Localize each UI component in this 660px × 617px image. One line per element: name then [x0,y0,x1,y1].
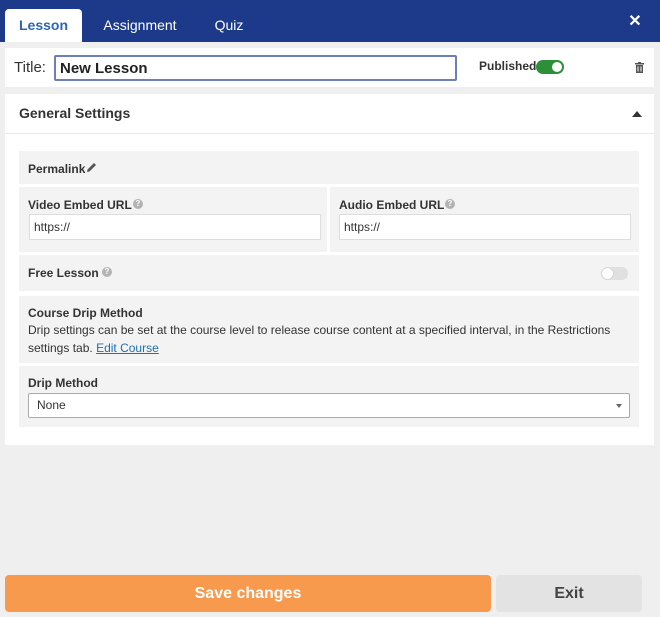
course-drip-description: Drip settings can be set at the course l… [28,321,636,357]
tab-quiz[interactable]: Quiz [205,9,253,42]
drip-desc-line1: Drip settings can be set at the course l… [28,323,611,337]
tab-assignment[interactable]: Assignment [90,9,190,42]
title-input[interactable] [54,55,457,81]
permalink-row: Permalink [19,151,639,184]
panel-title: General Settings [19,105,131,121]
close-icon[interactable]: ✕ [628,14,642,30]
pencil-icon[interactable] [86,162,97,173]
top-tab-bar: Lesson Assignment Quiz ✕ [0,0,660,42]
published-label: Published [479,59,537,73]
audio-embed-block: Audio Embed URL ? [330,187,639,252]
video-embed-block: Video Embed URL ? [19,187,327,252]
drip-method-value: None [37,398,66,412]
title-label: Title: [14,59,46,76]
course-drip-block: Course Drip Method Drip settings can be … [19,296,639,363]
audio-embed-label: Audio Embed URL [339,198,445,212]
title-row: Title: Published [5,48,654,87]
toggle-knob [552,62,562,72]
general-settings-panel: General Settings Permalink Video Embed U… [5,94,654,445]
caret-down-icon [616,404,622,408]
drip-method-block: Drip Method None [19,366,639,427]
chevron-up-icon[interactable] [632,111,642,117]
video-embed-label: Video Embed URL [28,198,132,212]
tab-lesson[interactable]: Lesson [5,9,82,42]
drip-desc-line2: settings tab. [28,341,93,355]
video-embed-input[interactable] [29,214,321,240]
free-lesson-toggle[interactable] [601,267,628,280]
help-icon[interactable]: ? [102,267,112,277]
course-drip-heading: Course Drip Method [28,306,143,320]
toggle-knob [602,268,613,279]
save-changes-button[interactable]: Save changes [5,575,491,612]
drip-method-label: Drip Method [28,376,98,390]
trash-icon[interactable] [635,62,644,73]
exit-button[interactable]: Exit [496,575,642,612]
help-icon[interactable]: ? [133,199,143,209]
help-icon[interactable]: ? [445,199,455,209]
permalink-label: Permalink [28,162,86,176]
free-lesson-row: Free Lesson ? [19,255,639,291]
edit-course-link[interactable]: Edit Course [96,341,159,355]
audio-embed-input[interactable] [339,214,631,240]
free-lesson-label: Free Lesson [28,266,99,280]
published-toggle[interactable] [536,60,564,74]
drip-method-select[interactable]: None [28,393,630,418]
panel-header[interactable]: General Settings [5,94,654,134]
